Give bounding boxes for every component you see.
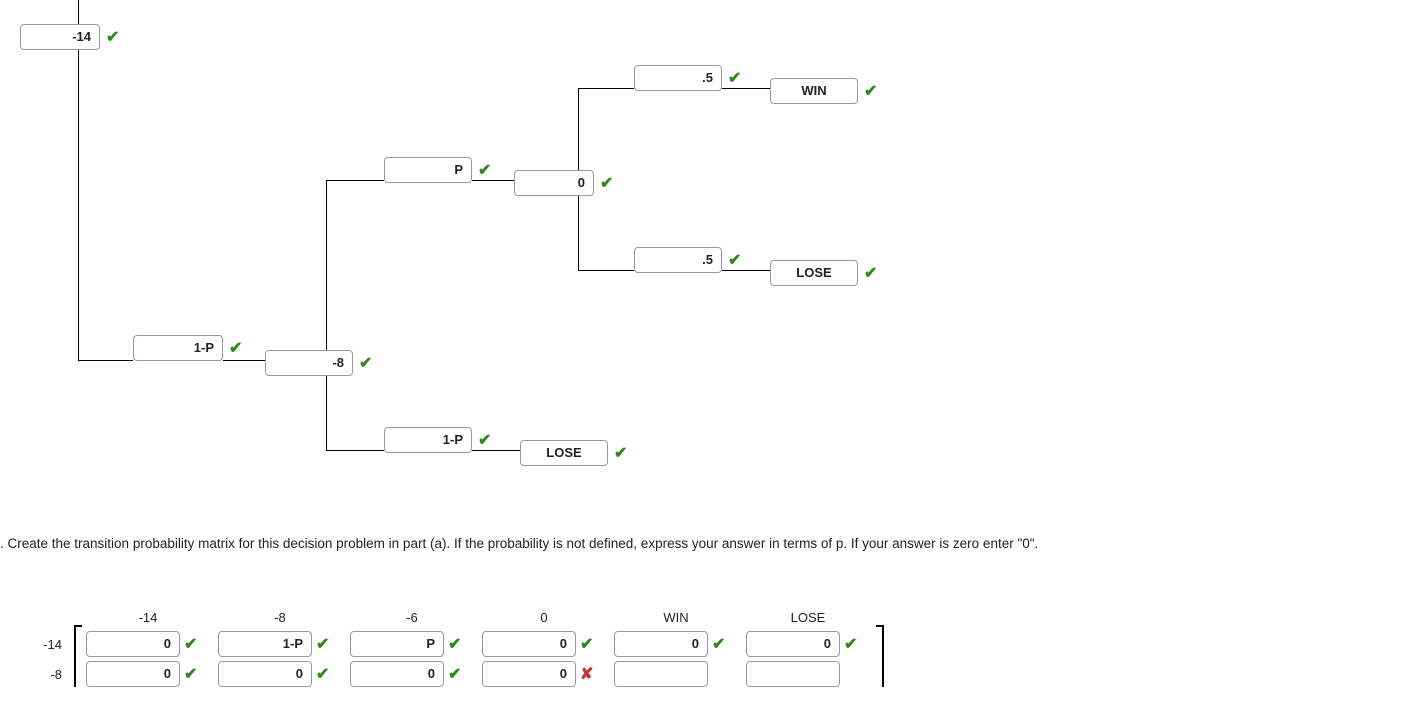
checkmark-icon: ✔ (728, 68, 741, 88)
checkmark-icon: ✔ (229, 338, 242, 358)
matrix-row: -140✔1-P✔P✔0✔0✔0✔ (26, 631, 878, 657)
tree-lose-upper-input[interactable]: LOSE (770, 260, 858, 286)
matrix-row-label: -8 (26, 667, 72, 682)
matrix-cell: 0✔ (86, 631, 218, 657)
matrix-cell-input[interactable] (746, 661, 840, 687)
tree-lower-1p-label-input[interactable]: 1-P (384, 427, 472, 453)
checkmark-icon: ✔ (448, 634, 461, 654)
tree-p-label-input[interactable]: P (384, 157, 472, 183)
checkmark-icon: ✔ (478, 160, 491, 180)
checkmark-icon: ✔ (728, 250, 741, 270)
checkmark-icon: ✔ (359, 353, 372, 373)
question-text: . Create the transition probability matr… (0, 536, 1038, 551)
tree-p-value-input[interactable]: 0 (514, 170, 594, 196)
matrix-col-header: LOSE (742, 610, 874, 625)
matrix-cell: 0✔ (218, 661, 350, 687)
matrix-col-header: WIN (610, 610, 742, 625)
matrix-cell: 0✔ (746, 631, 878, 657)
checkmark-icon: ✔ (106, 27, 119, 47)
matrix-cell: 0✔ (86, 661, 218, 687)
matrix-cell-input[interactable]: 0 (86, 631, 180, 657)
matrix-cell-input[interactable]: 0 (86, 661, 180, 687)
matrix-col-header: -8 (214, 610, 346, 625)
matrix-cell: 0✔ (614, 631, 746, 657)
matrix-row-label: -14 (26, 637, 72, 652)
checkmark-icon: ✔ (844, 634, 857, 654)
tree-p-down-prob-input[interactable]: .5 (634, 247, 722, 273)
matrix-cell (746, 661, 878, 687)
matrix-cell: 0✔ (350, 661, 482, 687)
matrix-col-header: -14 (82, 610, 214, 625)
checkmark-icon: ✔ (316, 664, 329, 684)
matrix-cell: 1-P✔ (218, 631, 350, 657)
matrix-row: -80✔0✔0✔0✘ (26, 661, 878, 687)
checkmark-icon: ✔ (580, 634, 593, 654)
checkmark-icon: ✔ (864, 263, 877, 283)
matrix-cell-input[interactable]: 0 (746, 631, 840, 657)
checkmark-icon: ✔ (614, 443, 627, 463)
matrix-cell-input[interactable]: 0 (218, 661, 312, 687)
tree-root-input[interactable]: -14 (20, 24, 100, 50)
checkmark-icon: ✔ (316, 634, 329, 654)
matrix-cell-input[interactable]: 0 (482, 631, 576, 657)
matrix-cell-input[interactable]: P (350, 631, 444, 657)
checkmark-icon: ✔ (478, 430, 491, 450)
matrix-cell-input[interactable] (614, 661, 708, 687)
matrix-cell-input[interactable]: 0 (350, 661, 444, 687)
tree-win-input[interactable]: WIN (770, 78, 858, 104)
matrix-cell-input[interactable]: 0 (482, 661, 576, 687)
cross-icon: ✘ (580, 664, 593, 684)
checkmark-icon: ✔ (864, 81, 877, 101)
tree-1p-value-input[interactable]: -8 (265, 350, 353, 376)
matrix-cell: 0✔ (482, 631, 614, 657)
checkmark-icon: ✔ (600, 173, 613, 193)
matrix-cell-input[interactable]: 1-P (218, 631, 312, 657)
checkmark-icon: ✔ (712, 634, 725, 654)
checkmark-icon: ✔ (448, 664, 461, 684)
checkmark-icon: ✔ (184, 664, 197, 684)
tree-lose-lower-input[interactable]: LOSE (520, 440, 608, 466)
matrix-col-header: -6 (346, 610, 478, 625)
matrix-cell (614, 661, 746, 687)
transition-matrix: -14-8-60WINLOSE -140✔1-P✔P✔0✔0✔0✔-80✔0✔0… (22, 610, 878, 687)
tree-1p-label-input[interactable]: 1-P (133, 335, 223, 361)
matrix-cell: P✔ (350, 631, 482, 657)
matrix-cell-input[interactable]: 0 (614, 631, 708, 657)
checkmark-icon: ✔ (184, 634, 197, 654)
tree-p-up-prob-input[interactable]: .5 (634, 65, 722, 91)
matrix-cell: 0✘ (482, 661, 614, 687)
matrix-col-header: 0 (478, 610, 610, 625)
